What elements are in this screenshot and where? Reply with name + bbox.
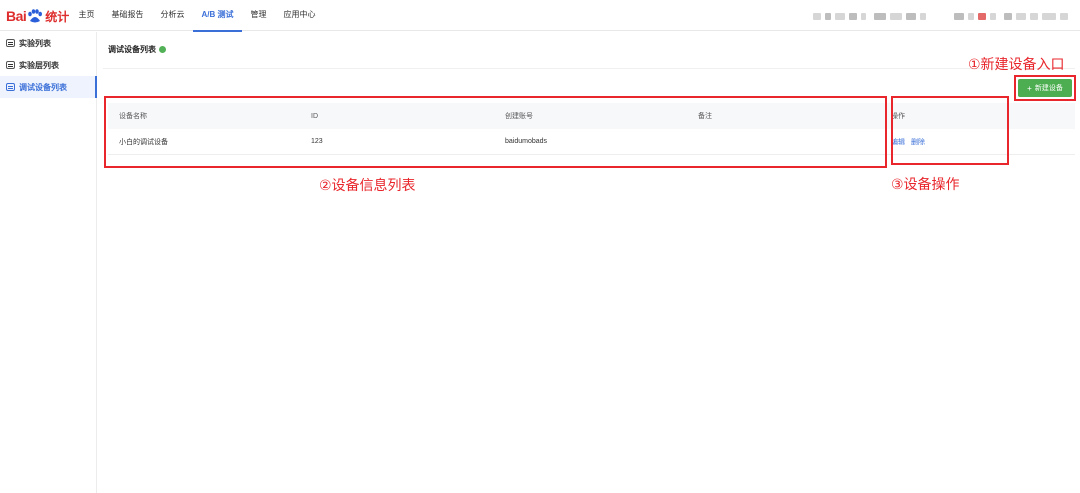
sidebar-item-debug-devices[interactable]: 调试设备列表: [0, 76, 97, 98]
annotation-box-new-entry: [1014, 75, 1076, 101]
nav-home[interactable]: 主页: [70, 0, 103, 31]
main-nav: 主页 基础报告 分析云 A/B 测试 管理 应用中心: [70, 0, 324, 32]
logo-text-tongji: 统计: [45, 9, 70, 24]
page-title-text: 调试设备列表: [108, 45, 156, 54]
divider: [103, 68, 1075, 69]
annotation-label-new-entry: ①新建设备入口: [968, 57, 1065, 73]
sidebar-item-label: 实验列表: [19, 38, 51, 48]
nav-management[interactable]: 管理: [242, 0, 275, 31]
baidu-tongji-logo[interactable]: Bai 统计: [6, 6, 69, 26]
list-icon: [6, 39, 15, 47]
annotation-box-info-list: [104, 96, 887, 168]
page-title: 调试设备列表: [108, 44, 166, 55]
nav-basic-reports[interactable]: 基础报告: [103, 0, 152, 31]
paw-icon: [27, 8, 43, 24]
sidebar-item-label: 调试设备列表: [19, 82, 67, 92]
sidebar-item-experiment-layers[interactable]: 实验层列表: [0, 54, 96, 76]
annotation-box-operations: [891, 96, 1009, 165]
sidebar: 实验列表 实验层列表 调试设备列表: [0, 32, 97, 493]
nav-analytics-cloud[interactable]: 分析云: [152, 0, 193, 31]
top-nav-bar: Bai 统计 主页 基础报告 分析云 A/B 测试 管理 应用中心: [0, 0, 1080, 32]
annotation-label-info-list: ②设备信息列表: [319, 178, 416, 194]
logo-text-bai: Bai: [6, 8, 27, 24]
list-icon: [6, 83, 15, 91]
annotation-label-operations: ③设备操作: [891, 177, 960, 193]
sidebar-item-experiments[interactable]: 实验列表: [0, 32, 96, 54]
sidebar-item-label: 实验层列表: [19, 60, 59, 70]
nav-app-center[interactable]: 应用中心: [275, 0, 324, 31]
user-info-blurred[interactable]: [813, 11, 1068, 21]
help-icon[interactable]: [159, 46, 166, 53]
nav-ab-testing[interactable]: A/B 测试: [193, 0, 242, 32]
list-icon: [6, 61, 15, 69]
